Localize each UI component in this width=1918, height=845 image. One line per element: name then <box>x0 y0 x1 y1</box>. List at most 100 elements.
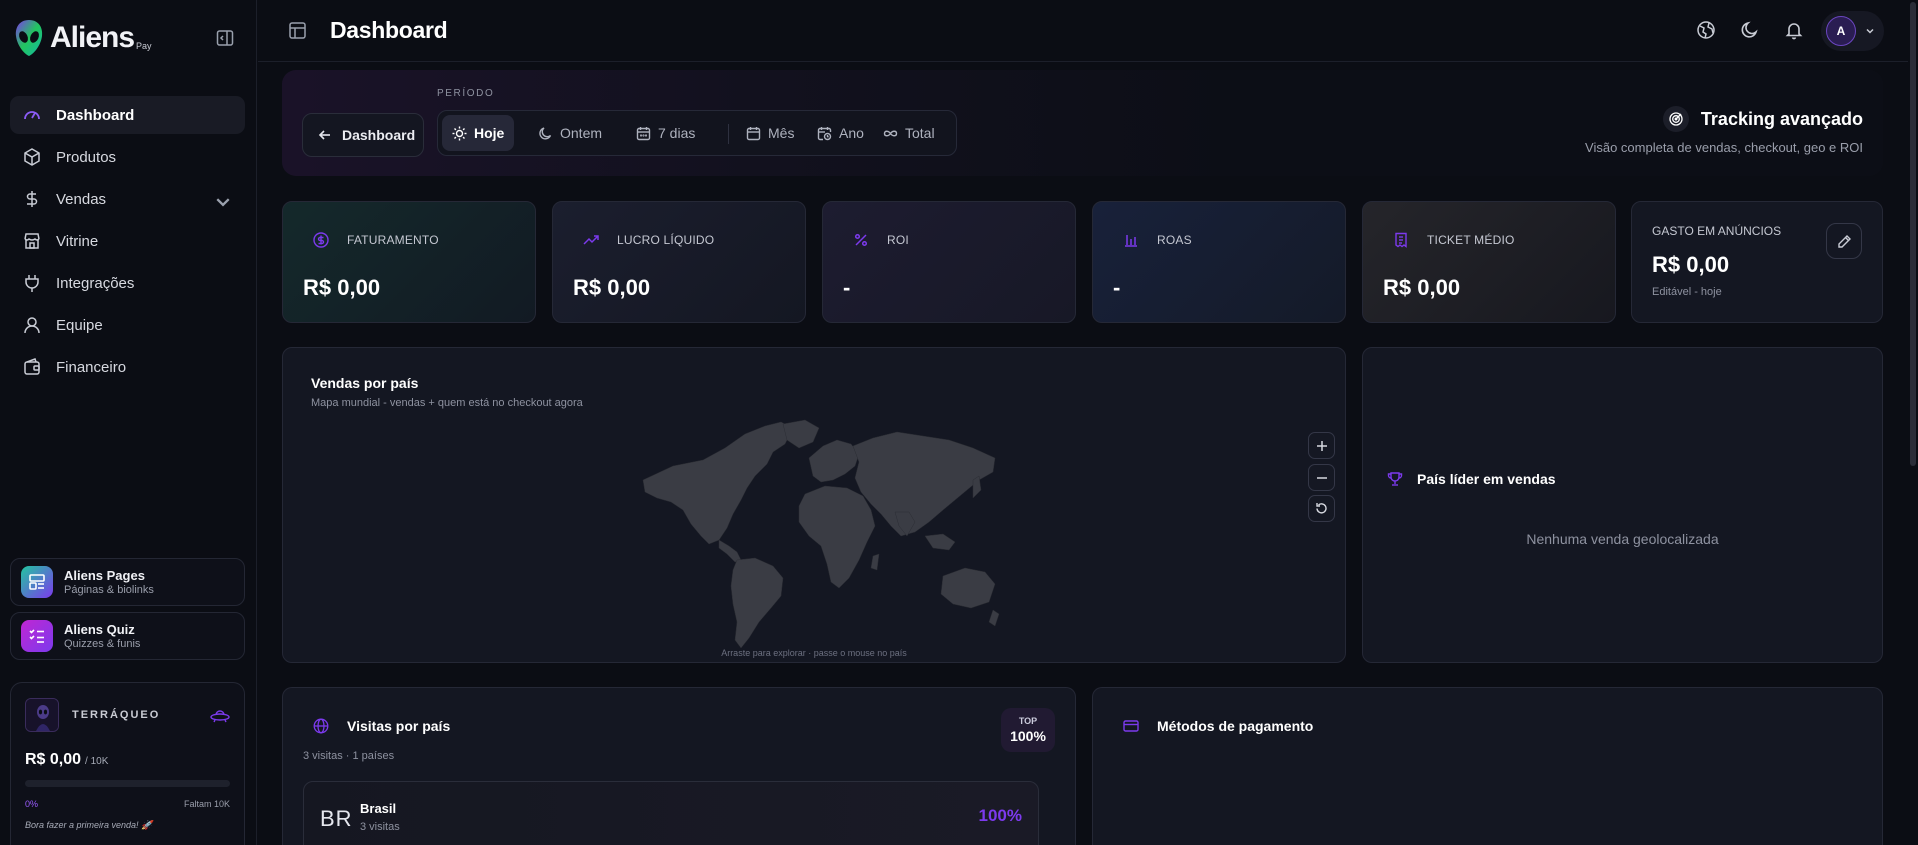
period-option-label: Hoje <box>474 125 505 141</box>
reset-map-button[interactable] <box>1308 495 1335 522</box>
app-card-aliens-pages[interactable]: Aliens Pages Páginas & biolinks <box>10 558 245 606</box>
kpi-label: FATURAMENTO <box>347 233 439 247</box>
edit-ad-spend-button[interactable] <box>1826 223 1862 259</box>
kpi-card-gasto-anuncios: GASTO EM ANÚNCIOS R$ 0,00 Editável - hoj… <box>1631 201 1883 323</box>
period-option-label: 7 dias <box>658 125 696 141</box>
map-region-australia[interactable] <box>940 567 996 609</box>
kpi-label: TICKET MÉDIO <box>1427 233 1515 247</box>
user-icon <box>24 317 40 334</box>
plug-icon <box>25 275 39 292</box>
map-region-europe[interactable] <box>808 439 860 483</box>
tracking-title: Tracking avançado <box>1700 108 1863 129</box>
map-region-new-zealand[interactable] <box>988 609 1000 627</box>
map-region-africa[interactable] <box>798 485 876 589</box>
sidebar-item-label: Financeiro <box>56 358 127 376</box>
globe-icon[interactable] <box>1696 20 1716 40</box>
bell-icon[interactable] <box>1784 20 1804 40</box>
kpi-value: - <box>843 275 851 300</box>
leading-country-panel: País líder em vendas Nenhuma venda geolo… <box>1362 347 1883 663</box>
sidebar-item-label: Vendas <box>56 190 107 208</box>
map-region-madagascar[interactable] <box>870 553 880 571</box>
kpi-card-faturamento: FATURAMENTO R$ 0,00 <box>282 201 536 323</box>
period-option-total[interactable]: Total <box>873 115 945 151</box>
rank-avatar <box>25 698 59 732</box>
pages-icon <box>21 566 53 598</box>
panel-subtitle: 3 visitas · 1 países <box>303 750 395 762</box>
period-option-label: Mês <box>768 125 795 141</box>
kpi-card-lucro-liquido: LUCRO LÍQUIDO R$ 0,00 <box>552 201 806 323</box>
map-region-south-america[interactable] <box>730 557 784 649</box>
sidebar-item-equipe[interactable]: Equipe <box>10 306 245 344</box>
back-to-dashboard-button[interactable]: Dashboard <box>302 113 424 157</box>
zoom-in-button[interactable] <box>1308 432 1335 459</box>
period-label: PERÍODO <box>437 88 495 99</box>
world-map[interactable] <box>633 418 1003 650</box>
sidebar-item-label: Integrações <box>56 274 135 292</box>
chevron-down-icon[interactable] <box>213 192 233 212</box>
reset-icon <box>1316 503 1327 514</box>
tracking-heading: Tracking avançado <box>1662 106 1863 132</box>
sidebar-item-integracoes[interactable]: Integrações <box>10 264 245 302</box>
country-code: BR <box>320 806 353 831</box>
collapse-sidebar-icon[interactable] <box>215 28 235 48</box>
empty-state-text: Nenhuma venda geolocalizada <box>1526 531 1719 547</box>
arrow-left-icon <box>318 130 330 140</box>
page-scrollbar[interactable] <box>1908 0 1918 845</box>
store-icon <box>24 233 40 249</box>
layout-icon[interactable] <box>288 21 307 40</box>
period-option-hoje[interactable]: Hoje <box>442 115 515 151</box>
app-card-aliens-quiz[interactable]: Aliens Quiz Quizzes & funis <box>10 612 245 660</box>
topbar: Dashboard A <box>258 0 1908 62</box>
kpi-label: ROI <box>887 233 909 247</box>
period-option-label: Ontem <box>560 125 603 141</box>
badge-label: TOP <box>1018 716 1038 726</box>
payment-methods-panel: Métodos de pagamento <box>1092 687 1883 845</box>
map-region-north-america[interactable] <box>642 421 794 545</box>
ufo-icon <box>210 710 230 723</box>
period-option-ontem[interactable]: Ontem <box>528 115 612 151</box>
dollar-circle-icon <box>313 232 329 248</box>
sidebar-item-produtos[interactable]: Produtos <box>10 138 245 176</box>
sidebar-item-dashboard[interactable]: Dashboard <box>10 96 245 134</box>
list-item[interactable]: BR Brasil 3 visitas 100% <box>303 781 1039 845</box>
back-button-label: Dashboard <box>342 127 416 143</box>
brand-name: Aliens <box>50 21 135 54</box>
sidebar-item-financeiro[interactable]: Financeiro <box>10 348 245 386</box>
sidebar-item-label: Vitrine <box>56 232 99 250</box>
period-divider <box>728 124 729 144</box>
map-region-southeast-asia[interactable] <box>924 533 956 551</box>
map-region-central-america[interactable] <box>718 539 742 563</box>
calendar-icon <box>636 126 651 140</box>
period-option-ano[interactable]: Ano <box>807 115 874 151</box>
tracking-subtitle: Visão completa de vendas, checkout, geo … <box>1585 140 1863 155</box>
rank-value: R$ 0,00/ 10K <box>25 751 108 769</box>
badge-value: 100% <box>1010 728 1046 744</box>
alien-logo-icon <box>15 20 43 56</box>
zoom-out-button[interactable] <box>1308 464 1335 491</box>
kpi-card-roas: ROAS - <box>1092 201 1346 323</box>
panel-title: Vendas por país <box>311 375 419 391</box>
rank-percent: 0% <box>25 799 39 809</box>
moon-icon[interactable] <box>1740 20 1760 40</box>
sidebar-item-vitrine[interactable]: Vitrine <box>10 222 245 260</box>
period-option-7-dias[interactable]: 7 dias <box>626 115 705 151</box>
kpi-value: R$ 0,00 <box>1383 275 1461 300</box>
map-hint: Arraste para explorar · passe o mouse no… <box>721 648 907 658</box>
brand-suffix: Pay <box>136 41 152 51</box>
percent-icon <box>854 233 868 247</box>
country-share: 100% <box>978 806 1022 825</box>
user-menu[interactable]: A <box>1821 11 1884 51</box>
sidebar-item-label: Dashboard <box>56 106 135 124</box>
trending-up-icon <box>583 235 599 245</box>
map-region-greenland[interactable] <box>782 419 820 449</box>
chevron-down-icon <box>1866 28 1874 34</box>
moon-icon <box>539 126 552 139</box>
calendar-icon <box>746 126 761 140</box>
dollar-icon <box>26 191 38 207</box>
visits-by-country-panel: Visitas por país 3 visitas · 1 países TO… <box>282 687 1076 845</box>
scrollbar-thumb[interactable] <box>1910 2 1916 466</box>
brand-logo[interactable]: Aliens Pay <box>14 18 152 58</box>
period-option-mes[interactable]: Mês <box>736 115 804 151</box>
sidebar-item-vendas[interactable]: Vendas <box>10 180 245 218</box>
panel-title: Métodos de pagamento <box>1157 718 1314 734</box>
